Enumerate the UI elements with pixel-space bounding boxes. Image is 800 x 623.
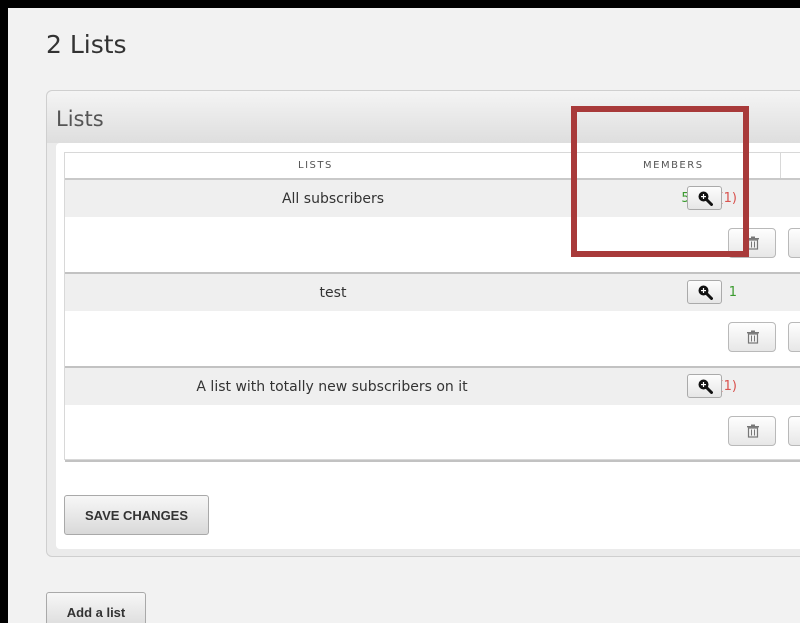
column-header-lists: LISTS: [298, 160, 333, 171]
list-name: test: [319, 285, 347, 301]
add-list-button[interactable]: Add a list: [46, 592, 146, 623]
list-name: A list with totally new subscribers on i…: [196, 379, 468, 395]
row-action-button[interactable]: [788, 228, 800, 258]
magnify-plus-icon: [698, 379, 713, 394]
table-row: test 1: [65, 274, 800, 368]
member-count: 1: [729, 285, 737, 300]
row-action-button[interactable]: [788, 322, 800, 352]
trash-icon: [747, 424, 759, 438]
row-summary: test 1: [65, 274, 800, 311]
highlight-box: [571, 106, 749, 257]
delete-list-button[interactable]: [728, 322, 776, 352]
column-divider: [780, 153, 781, 178]
trash-icon: [747, 330, 759, 344]
table-row: A list with totally new subscribers on i…: [65, 368, 800, 462]
subscriber-count: 1: [728, 285, 737, 300]
page: 2 Lists Lists LISTS MEMBERS All subscrib…: [8, 0, 800, 623]
panel-title: Lists: [56, 107, 104, 131]
view-members-button[interactable]: [687, 374, 722, 398]
save-changes-button[interactable]: SAVE CHANGES: [64, 495, 209, 535]
magnify-plus-icon: [698, 285, 713, 300]
delete-list-button[interactable]: [728, 416, 776, 446]
row-action-button[interactable]: [788, 416, 800, 446]
view-members-button[interactable]: [687, 280, 722, 304]
page-title: 2 Lists: [46, 30, 127, 59]
row-summary: A list with totally new subscribers on i…: [65, 368, 800, 405]
list-name: All subscribers: [281, 191, 385, 207]
